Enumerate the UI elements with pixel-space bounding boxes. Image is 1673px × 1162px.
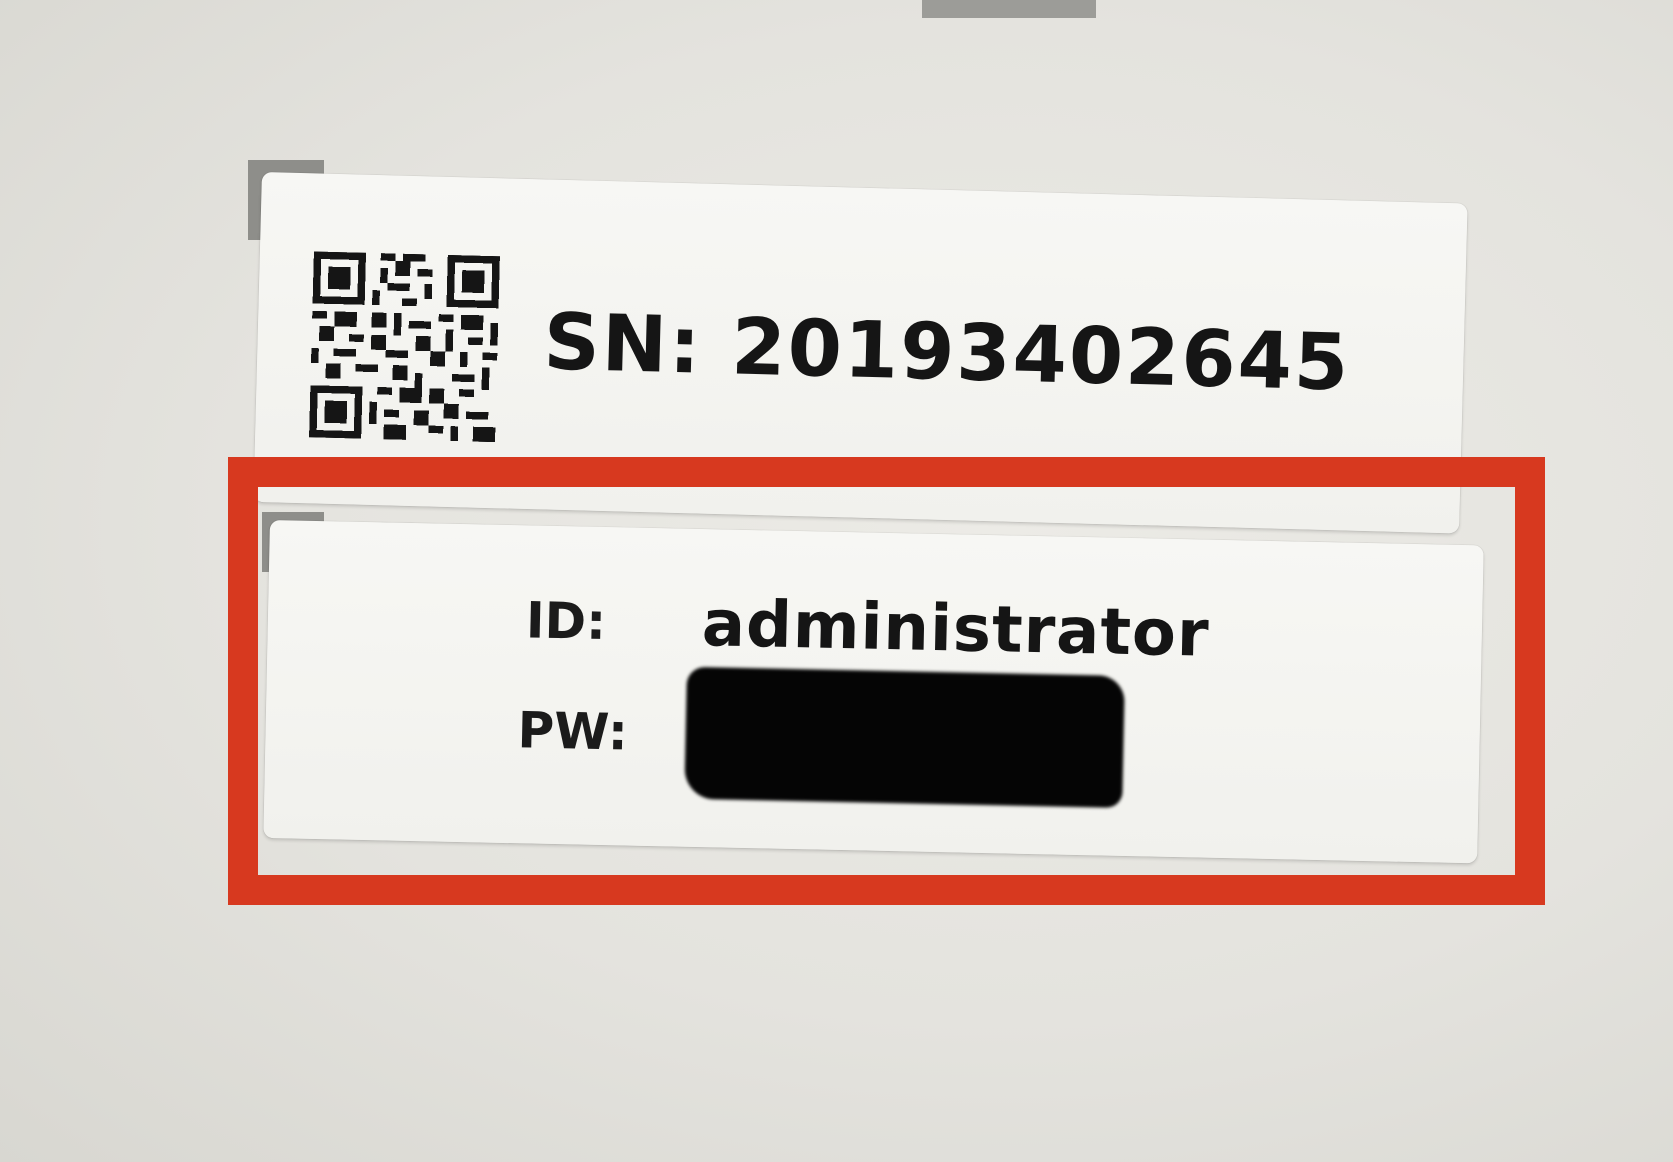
serial-number: 20193402645 (730, 302, 1352, 409)
serial-number-text: SN: 20193402645 (542, 297, 1351, 408)
photo-scene: SN: 20193402645 ID: administrator PW: (0, 0, 1673, 1162)
serial-prefix: SN: (542, 297, 704, 392)
device-tab (922, 0, 1096, 18)
qr-code-icon (309, 251, 500, 443)
highlight-box (228, 457, 1545, 905)
